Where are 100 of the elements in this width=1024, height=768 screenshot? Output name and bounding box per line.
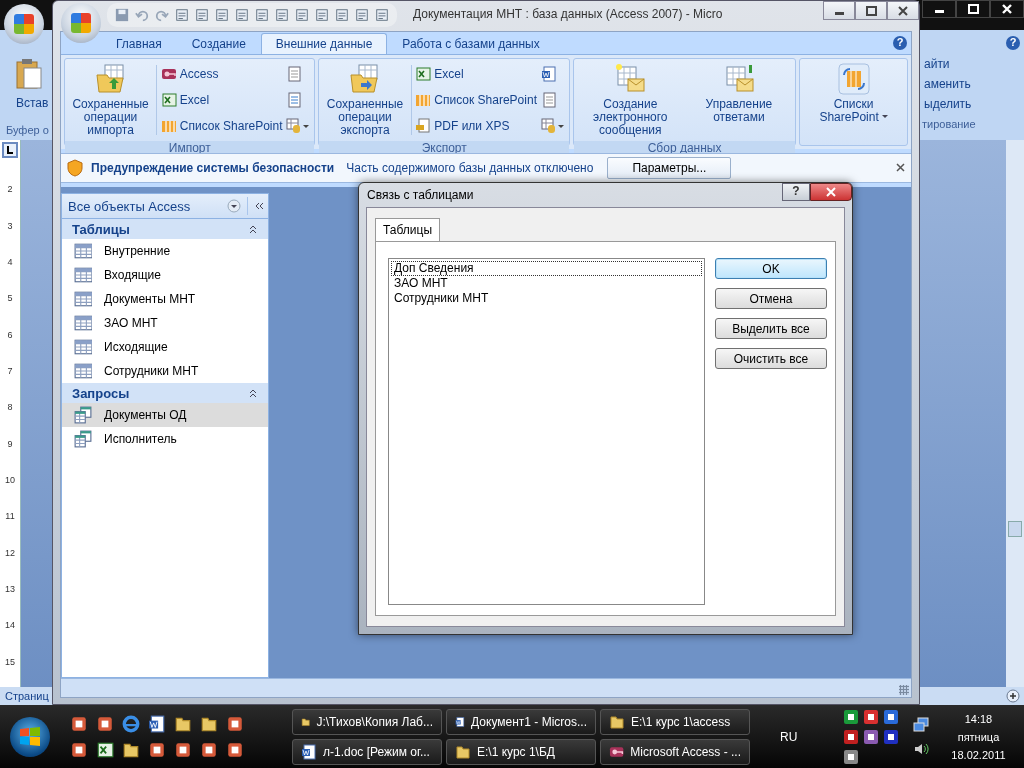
tray-icon[interactable] [863, 708, 880, 725]
ribbon-button[interactable]: Сохраненные операции экспорта [323, 61, 407, 139]
close-icon[interactable] [896, 163, 905, 172]
tray-icon[interactable] [863, 728, 880, 745]
close-button[interactable] [990, 0, 1024, 18]
start-button[interactable] [10, 716, 50, 757]
ribbon-button[interactable]: PDF или XPS [415, 118, 537, 134]
ribbon-item[interactable]: ыделить [920, 94, 1024, 114]
tab-stop-icon[interactable] [2, 142, 18, 158]
help-button[interactable]: ? [893, 36, 907, 50]
ribbon-button[interactable]: Списки SharePoint [804, 61, 903, 143]
zoom-in-icon[interactable] [1006, 689, 1020, 703]
tray-icon[interactable] [843, 728, 860, 745]
list-item[interactable]: ЗАО МНТ [391, 276, 702, 291]
app-icon[interactable] [96, 714, 114, 733]
maximize-button[interactable] [855, 1, 887, 20]
tray-icon[interactable] [843, 748, 860, 765]
toolbar-icon[interactable] [195, 8, 209, 22]
ribbon-button[interactable]: Excel [160, 92, 283, 108]
language-indicator[interactable]: RU [780, 729, 798, 744]
list-item[interactable]: Сотрудники МНТ [391, 291, 702, 306]
app-icon[interactable] [148, 740, 166, 759]
help-button[interactable]: ? [1006, 36, 1020, 50]
office-button[interactable] [4, 4, 44, 44]
toolbar-icon[interactable] [355, 8, 369, 22]
ribbon-item[interactable]: айти [920, 54, 1024, 74]
navigation-item[interactable]: ЗАО МНТ [62, 311, 268, 335]
taskbar-button[interactable]: E:\1 курс 1\access [600, 708, 750, 735]
dropdown-icon[interactable] [227, 199, 241, 213]
ribbon-item[interactable]: аменить [920, 74, 1024, 94]
taskbar-button[interactable]: Документ1 - Micros... [446, 708, 596, 735]
help-button[interactable]: ? [782, 183, 810, 201]
toolbar-icon[interactable] [335, 8, 349, 22]
navigation-item[interactable]: Исполнитель [62, 427, 268, 451]
app-icon[interactable] [70, 714, 88, 733]
ribbon-button[interactable]: Список SharePoint [415, 92, 537, 108]
toolbar-icon[interactable] [255, 8, 269, 22]
ribbon-button[interactable]: Управление ответами [686, 61, 792, 139]
ribbon-button[interactable]: Список SharePoint [160, 118, 283, 134]
list-icon [415, 92, 432, 108]
restore-button[interactable] [956, 0, 990, 18]
close-button[interactable] [887, 1, 919, 20]
dialog-button[interactable]: OK [715, 258, 827, 279]
ribbon-tab[interactable]: Создание [176, 33, 261, 54]
minimize-button[interactable] [823, 1, 855, 20]
taskbar-button[interactable]: E:\1 курс 1\БД [446, 738, 596, 765]
paste-button[interactable]: Встав [0, 58, 52, 110]
ribbon-tab[interactable]: Главная [101, 33, 177, 54]
ribbon-button[interactable]: Excel [415, 66, 537, 82]
dialog-button[interactable]: Отмена [715, 288, 827, 309]
group-header[interactable]: Запросы [62, 383, 268, 403]
toolbar-icon[interactable] [215, 8, 229, 22]
app-icon[interactable] [226, 740, 244, 759]
resize-grip-icon[interactable] [899, 685, 909, 695]
ribbon-tab[interactable]: Работа с базами данных [387, 33, 555, 54]
taskbar-button[interactable]: J:\Тихов\Копия Лаб... [292, 708, 442, 735]
browser-icon[interactable] [122, 714, 140, 733]
navigation-item[interactable]: Исходящие [62, 335, 268, 359]
dialog-button[interactable]: Очистить все [715, 348, 827, 369]
app-icon[interactable] [70, 740, 88, 759]
toolbar-icon[interactable] [275, 8, 289, 22]
close-icon [826, 187, 836, 197]
list-item[interactable]: Доп Сведения [391, 261, 702, 276]
app-icon[interactable] [200, 740, 218, 759]
toolbar-icon[interactable] [175, 8, 189, 22]
ribbon-button[interactable]: Сохраненные операции импорта [69, 61, 153, 139]
network-icon[interactable] [913, 716, 930, 733]
tray-icon[interactable] [883, 728, 900, 745]
ribbon-button[interactable]: Access [160, 66, 283, 82]
tray-icon[interactable] [883, 708, 900, 725]
table-list[interactable]: Доп Сведения ЗАО МНТ Сотрудники МНТ [388, 258, 705, 605]
clock-time[interactable]: 14:18 [964, 712, 993, 725]
navigation-item[interactable]: Документы ОД [62, 403, 268, 427]
options-button[interactable]: Параметры... [607, 157, 732, 179]
ribbon-button[interactable]: Создание электронного сообщения [577, 61, 683, 139]
clock-date[interactable]: 18.02.2011 [951, 748, 1006, 761]
close-button[interactable] [810, 183, 852, 201]
toolbar-icon[interactable] [235, 8, 249, 22]
sync-list-icon [837, 63, 870, 95]
navigation-item[interactable]: Сотрудники МНТ [62, 359, 268, 383]
taskbar-button[interactable]: Microsoft Access - ... [600, 738, 750, 765]
dialog-tab[interactable]: Таблицы [375, 218, 440, 241]
clock-weekday[interactable]: пятница [957, 730, 1000, 743]
group-header[interactable]: Таблицы [62, 219, 268, 239]
ribbon-tab[interactable]: Внешние данные [260, 33, 388, 54]
tray-icon[interactable] [843, 708, 860, 725]
collapse-icon[interactable] [247, 197, 264, 215]
dialog-button[interactable]: Выделить все [715, 318, 827, 339]
toolbar-icon[interactable] [375, 8, 389, 22]
app-icon[interactable] [174, 740, 192, 759]
minimize-button[interactable] [922, 0, 956, 18]
app-icon[interactable] [226, 714, 244, 733]
scrollbar-thumb[interactable] [1008, 521, 1022, 537]
toolbar-icon[interactable] [295, 8, 309, 22]
warning-title: Предупреждение системы безопасности [91, 161, 335, 175]
toolbar-icon[interactable] [315, 8, 329, 22]
navigation-item[interactable]: Внутренние [62, 239, 268, 263]
navigation-item[interactable]: Документы МНТ [62, 287, 268, 311]
taskbar-button[interactable]: л-1.doc [Режим ог... [292, 738, 442, 765]
navigation-item[interactable]: Входящие [62, 263, 268, 287]
